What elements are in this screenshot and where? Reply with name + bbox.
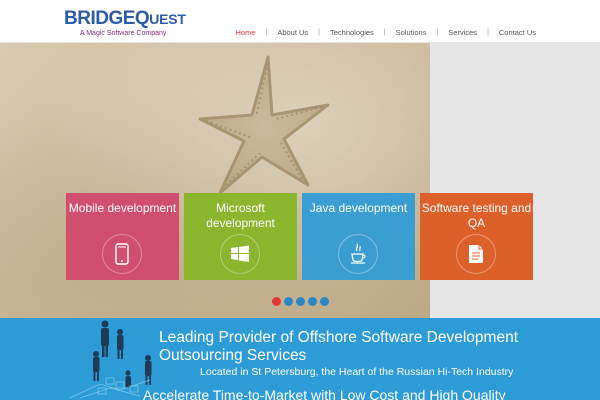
nav-separator: | [318, 29, 320, 36]
windows-logo-icon [220, 234, 260, 274]
slider-pagination [272, 297, 329, 306]
service-tiles: Mobile development Microsoft development… [66, 193, 533, 280]
java-cup-icon [338, 234, 378, 274]
nav-separator: | [436, 29, 439, 36]
site-header: BRIDGEQUEST A Magic Software Company Hom… [0, 0, 600, 43]
mobile-phone-icon [102, 234, 142, 274]
nav-solutions[interactable]: Solutions [396, 28, 427, 37]
company-logo[interactable]: BRIDGEQUEST A Magic Software Company [64, 9, 186, 37]
logo-wordmark: BRIDGEQUEST [64, 9, 186, 29]
slider-dot-2[interactable] [284, 297, 293, 306]
slider-dot-4[interactable] [308, 297, 317, 306]
hero-banner-band: Leading Provider of Offshore Software De… [0, 318, 600, 400]
logo-tagline: A Magic Software Company [80, 30, 167, 37]
slider-dot-1[interactable] [272, 297, 281, 306]
tile-software-testing[interactable]: Software testing and QA [420, 193, 533, 280]
tile-mobile-development[interactable]: Mobile development [66, 193, 179, 280]
tile-title: Mobile development [68, 201, 177, 215]
nav-about-us[interactable]: About Us [277, 28, 308, 37]
slider-dot-5[interactable] [320, 297, 329, 306]
main-nav: Home | About Us | Technologies | Solutio… [235, 28, 536, 37]
document-icon [456, 234, 496, 274]
logo-text-main: BRIDGEQ [64, 8, 150, 29]
logo-text-suffix: UEST [149, 11, 186, 27]
nav-services[interactable]: Services [448, 28, 477, 37]
banner-subline: Located in St Petersburg, the Heart of t… [200, 366, 514, 378]
slider-dot-3[interactable] [296, 297, 305, 306]
banner-headline: Leading Provider of Offshore Software De… [159, 329, 518, 364]
starfish-imprint-icon [198, 55, 330, 195]
tile-java-development[interactable]: Java development [302, 193, 415, 280]
hero-slider: Mobile development Microsoft development… [0, 43, 600, 318]
nav-separator: | [383, 29, 386, 36]
nav-technologies[interactable]: Technologies [330, 28, 374, 37]
tile-title: Java development [309, 201, 408, 215]
tile-title: Microsoft development [206, 201, 275, 230]
nav-home[interactable]: Home [235, 28, 255, 37]
tile-title: Software testing and QA [421, 201, 532, 230]
banner-next-line: Accelerate Time-to-Market with Low Cost … [143, 387, 506, 400]
nav-separator: | [265, 29, 268, 36]
tile-microsoft-development[interactable]: Microsoft development [184, 193, 297, 280]
nav-contact-us[interactable]: Contact Us [499, 28, 536, 37]
nav-separator: | [487, 29, 489, 36]
